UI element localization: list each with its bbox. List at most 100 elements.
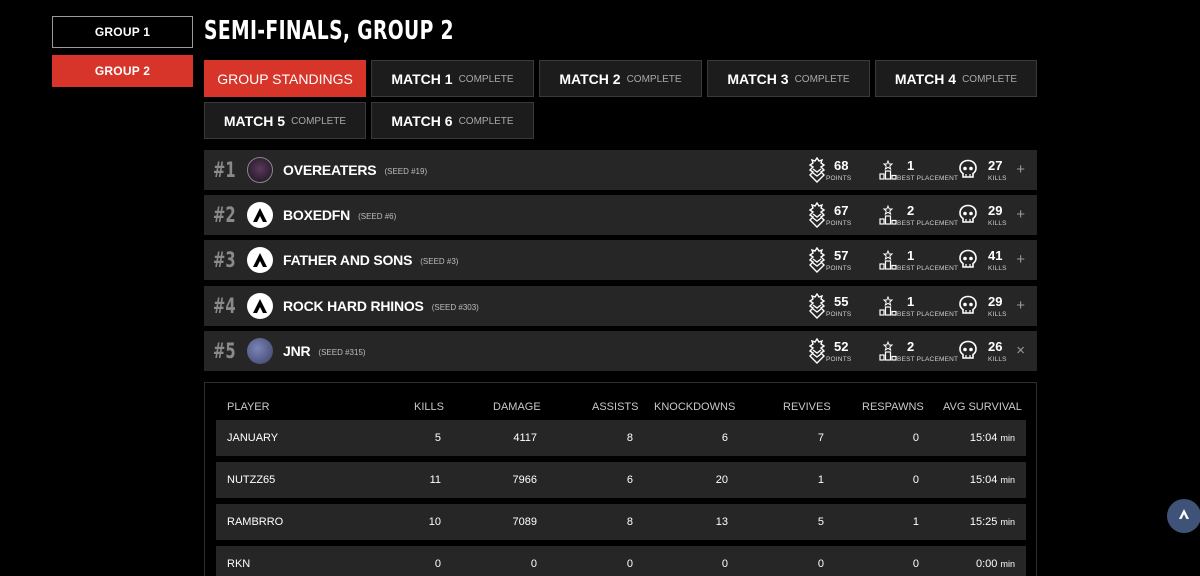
- points-stat: 52 POINTS: [808, 331, 851, 371]
- tab-label: MATCH 4: [894, 70, 957, 87]
- team-seed: (SEED #315): [318, 347, 366, 357]
- tab-label: GROUP STANDINGS: [217, 70, 353, 87]
- tab-match-3[interactable]: MATCH 3 COMPLETE: [707, 60, 870, 97]
- player-assists: 8: [626, 432, 633, 444]
- team-name: FATHER AND SONS: [283, 252, 413, 268]
- expand-toggle-icon[interactable]: +: [1016, 206, 1025, 223]
- player-damage: 7089: [512, 516, 537, 528]
- team-name: OVEREATERS: [283, 162, 377, 178]
- col-header-kills: KILLS: [414, 401, 444, 413]
- best-placement-label: BEST PLACEMENT: [897, 264, 959, 272]
- points-stat: 68 POINTS: [808, 150, 851, 190]
- team-logo-icon: [247, 293, 273, 319]
- scroll-to-top-button[interactable]: [1167, 499, 1200, 533]
- podium-icon: [879, 296, 897, 316]
- player-revives: 5: [817, 516, 824, 528]
- chevron-badge-icon: [808, 247, 826, 273]
- best-placement-value: 1: [907, 157, 915, 173]
- team-rank: #3: [213, 248, 236, 272]
- expand-toggle-icon[interactable]: +: [1016, 161, 1025, 178]
- player-avg-survival: 15:25 min: [969, 516, 1015, 528]
- skull-icon: [958, 295, 978, 317]
- tab-status: COMPLETE: [626, 74, 682, 85]
- tab-label: MATCH 6: [391, 112, 453, 129]
- best-placement-stat: 1 BEST PLACEMENT: [879, 150, 958, 190]
- tab-status: COMPLETE: [458, 74, 514, 85]
- tab-match-2[interactable]: MATCH 2 COMPLETE: [539, 60, 702, 97]
- best-placement-label: BEST PLACEMENT: [897, 174, 959, 182]
- podium-icon: [879, 160, 897, 180]
- player-avg-survival: 15:04 min: [969, 432, 1015, 444]
- team-name: JNR: [283, 343, 311, 359]
- kills-stat: 29 KILLS: [958, 195, 1007, 235]
- kills-stat: 26 KILLS: [958, 331, 1007, 371]
- best-placement-value: 2: [907, 202, 915, 218]
- team-seed: (SEED #6): [358, 211, 397, 221]
- best-placement-stat: 2 BEST PLACEMENT: [879, 195, 958, 235]
- kills-stat: 27 KILLS: [958, 150, 1007, 190]
- team-row-5[interactable]: #5 JNR (SEED #315) 52 POINTS 2 BEST PLAC…: [204, 331, 1037, 371]
- player-revives: 0: [817, 558, 824, 570]
- team-row-1[interactable]: #1 OVEREATERS (SEED #19) 68 POINTS 1 BES…: [204, 150, 1037, 190]
- tab-match-6[interactable]: MATCH 6 COMPLETE: [371, 102, 534, 139]
- best-placement-stat: 1 BEST PLACEMENT: [879, 286, 958, 326]
- points-label: POINTS: [826, 310, 852, 318]
- tab-match-4[interactable]: MATCH 4 COMPLETE: [875, 60, 1037, 97]
- team-row-3[interactable]: #3 FATHER AND SONS (SEED #3) 57 POINTS 1…: [204, 240, 1037, 280]
- tab-label: MATCH 5: [223, 112, 286, 129]
- expand-toggle-icon[interactable]: +: [1016, 297, 1025, 314]
- points-value: 52: [834, 338, 849, 354]
- group-2-button[interactable]: GROUP 2: [52, 55, 193, 87]
- expand-toggle-icon[interactable]: +: [1016, 251, 1025, 268]
- team-seed: (SEED #303): [431, 302, 479, 312]
- team-name: ROCK HARD RHINOS: [283, 298, 424, 314]
- team-row-2[interactable]: #2 BOXEDFN (SEED #6) 67 POINTS 2 BEST PL…: [204, 195, 1037, 235]
- team-rank: #2: [213, 203, 236, 227]
- points-label: POINTS: [826, 174, 852, 182]
- team-rank: #1: [213, 158, 236, 182]
- kills-stat: 29 KILLS: [958, 286, 1007, 326]
- points-value: 57: [834, 247, 849, 263]
- tab-label: MATCH 2: [559, 70, 621, 87]
- kills-label: KILLS: [988, 310, 1007, 318]
- player-assists: 8: [626, 516, 633, 528]
- player-kills: 11: [429, 474, 441, 486]
- tab-match-5[interactable]: MATCH 5 COMPLETE: [204, 102, 366, 139]
- player-row: NUTZZ65 11 7966 6 20 1 0 15:04 min: [216, 462, 1026, 498]
- best-placement-stat: 1 BEST PLACEMENT: [879, 240, 958, 280]
- kills-label: KILLS: [988, 219, 1007, 227]
- player-name: RAMBRRO: [227, 516, 284, 528]
- team-rank: #5: [213, 339, 236, 363]
- team-logo-icon: [247, 338, 273, 364]
- tab-match-1[interactable]: MATCH 1 COMPLETE: [371, 60, 534, 97]
- chevron-badge-icon: [808, 202, 826, 228]
- player-stats-panel: PLAYER KILLS DAMAGE ASSISTS KNOCKDOWNS R…: [204, 382, 1037, 576]
- team-logo-icon: [247, 202, 273, 228]
- points-stat: 67 POINTS: [808, 195, 851, 235]
- expand-toggle-icon[interactable]: ×: [1016, 342, 1025, 359]
- team-seed: (SEED #3): [420, 256, 459, 266]
- col-header-avg-survival: AVG SURVIVAL: [943, 401, 1022, 413]
- player-assists: 0: [626, 558, 633, 570]
- player-avg-survival: 0:00 min: [976, 558, 1015, 570]
- points-label: POINTS: [826, 219, 852, 227]
- player-revives: 7: [817, 432, 824, 444]
- player-damage: 0: [530, 558, 537, 570]
- tab-label: MATCH 3: [727, 70, 789, 87]
- group-1-button[interactable]: GROUP 1: [52, 16, 193, 48]
- tab-status: COMPLETE: [962, 74, 1018, 85]
- player-name: JANUARY: [227, 432, 279, 444]
- player-name: NUTZZ65: [227, 474, 276, 486]
- team-name: BOXEDFN: [283, 207, 351, 223]
- tab-status: COMPLETE: [794, 74, 850, 85]
- tab-group-standings[interactable]: GROUP STANDINGS: [204, 60, 366, 97]
- player-respawns: 0: [912, 558, 919, 570]
- player-respawns: 1: [912, 516, 919, 528]
- best-placement-label: BEST PLACEMENT: [897, 219, 959, 227]
- skull-icon: [958, 159, 978, 181]
- player-row: RAMBRRO 10 7089 8 13 5 1 15:25 min: [216, 504, 1026, 540]
- player-row: JANUARY 5 4117 8 6 7 0 15:04 min: [216, 420, 1026, 456]
- podium-icon: [879, 205, 897, 225]
- team-row-4[interactable]: #4 ROCK HARD RHINOS (SEED #303) 55 POINT…: [204, 286, 1037, 326]
- kills-value: 41: [988, 247, 1003, 263]
